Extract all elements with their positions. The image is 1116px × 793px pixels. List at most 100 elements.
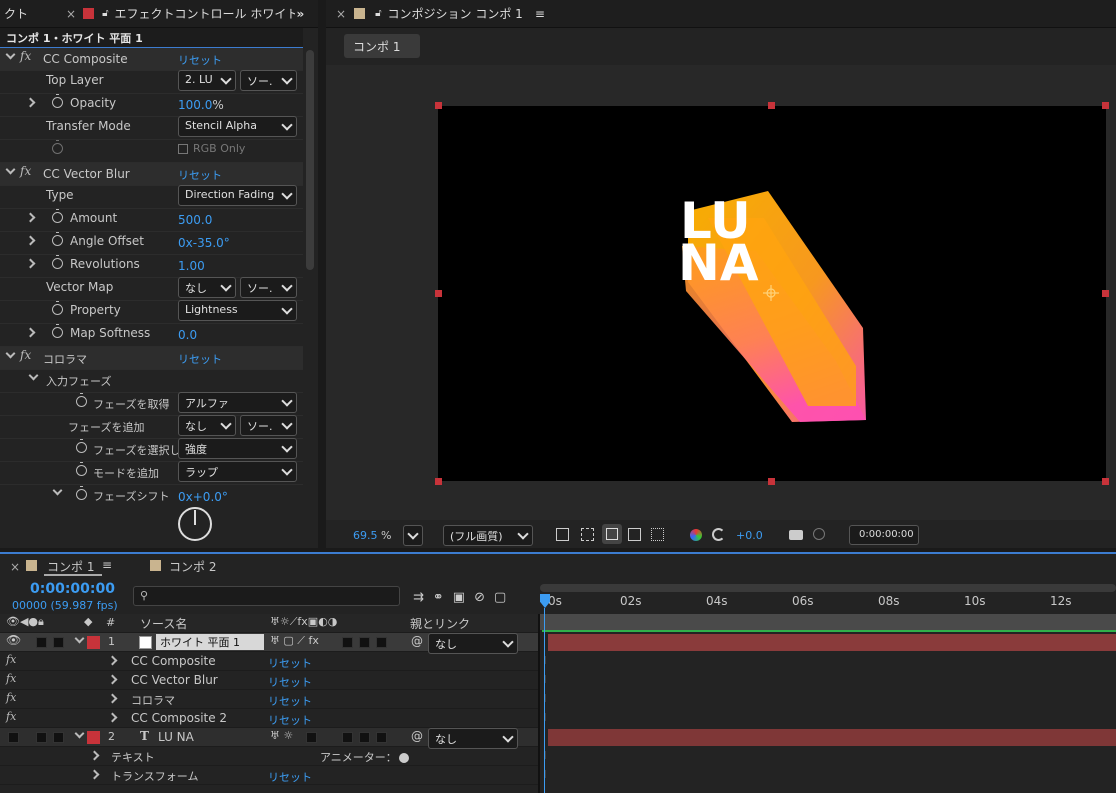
vector-map-dropdown[interactable]: なし bbox=[178, 277, 236, 298]
reset-link[interactable]: リセット bbox=[268, 712, 312, 728]
add-mode-dropdown[interactable]: ラップ bbox=[178, 461, 297, 482]
stopwatch-icon[interactable] bbox=[76, 462, 87, 476]
reset-link[interactable]: リセット bbox=[178, 52, 222, 68]
region-of-interest-icon[interactable] bbox=[628, 528, 641, 541]
fx-icon[interactable]: fx bbox=[20, 49, 31, 63]
menu-icon[interactable]: ≡ bbox=[535, 7, 545, 21]
fx-icon[interactable]: fx bbox=[6, 691, 16, 704]
more-panels-icon[interactable]: » bbox=[297, 7, 305, 21]
phase-shift-value[interactable]: +0.0° bbox=[193, 490, 228, 504]
transform-handle[interactable] bbox=[1102, 478, 1109, 485]
time-navigator[interactable] bbox=[540, 584, 1116, 592]
time-ruler[interactable]: 0s 02s 04s 06s 08s 10s 12s bbox=[540, 594, 1116, 614]
layer-name[interactable]: LU NA bbox=[158, 730, 194, 744]
transfer-mode-dropdown[interactable]: Stencil Alpha bbox=[178, 116, 297, 137]
composition-canvas[interactable]: LU NA bbox=[438, 106, 1106, 481]
reset-link[interactable]: リセット bbox=[268, 769, 312, 785]
visibility-eye-icon[interactable]: 👁︎ bbox=[6, 633, 21, 647]
add-phase-dropdown[interactable]: なし bbox=[178, 415, 236, 436]
timeline-timecode[interactable]: 0:00:00:00 bbox=[30, 581, 115, 597]
layer-duration-bar[interactable] bbox=[548, 729, 1116, 746]
stopwatch-icon[interactable] bbox=[52, 301, 63, 315]
rgb-only-checkbox[interactable] bbox=[178, 144, 188, 154]
property-dropdown[interactable]: Lightness bbox=[178, 300, 297, 321]
show-snapshot-icon[interactable] bbox=[813, 528, 825, 540]
column-source-name[interactable]: ソース名 bbox=[140, 615, 187, 632]
layer-search-input[interactable]: ⚲ bbox=[133, 586, 400, 606]
add-phase-source-dropdown[interactable]: ソー. bbox=[240, 415, 297, 436]
animator-menu[interactable]: アニメーター： bbox=[320, 749, 409, 765]
column-parent-link[interactable]: 親とリンク bbox=[410, 615, 470, 632]
fx-icon[interactable]: fx bbox=[6, 710, 16, 723]
prev-tab-label[interactable]: クト bbox=[4, 5, 62, 22]
effect-cc-composite[interactable]: CC Composite bbox=[131, 654, 216, 668]
switch-box[interactable] bbox=[306, 732, 317, 743]
stopwatch-icon[interactable] bbox=[76, 439, 87, 453]
timeline-tab-comp2[interactable]: コンポ 2 bbox=[169, 558, 216, 575]
effect-controls-tab[interactable]: エフェクトコントロール ホワイト bbox=[115, 5, 295, 22]
reset-link[interactable]: リセット bbox=[268, 674, 312, 690]
fx-icon[interactable]: fx bbox=[6, 653, 16, 666]
animator-play-icon[interactable] bbox=[398, 753, 409, 763]
switch-box[interactable] bbox=[359, 732, 370, 743]
close-icon[interactable]: × bbox=[10, 560, 20, 574]
effect-cc-vector-blur[interactable]: CC Vector Blur bbox=[131, 673, 218, 687]
color-management-icon[interactable] bbox=[712, 528, 725, 541]
fx-icon[interactable]: fx bbox=[20, 164, 31, 178]
lock-toggle[interactable] bbox=[53, 637, 64, 648]
timeline-switches-icons[interactable]: ⇉⚭▣⊘▢ bbox=[413, 590, 515, 605]
stopwatch-icon[interactable] bbox=[76, 486, 87, 500]
revolutions-value[interactable]: 1.00 bbox=[178, 259, 205, 273]
switch-box[interactable] bbox=[376, 637, 387, 648]
scrollbar[interactable] bbox=[306, 50, 314, 270]
layer-duration-bar[interactable] bbox=[548, 634, 1116, 651]
transform-handle[interactable] bbox=[1102, 102, 1109, 109]
effect-cc-composite-2[interactable]: CC Composite 2 bbox=[131, 711, 227, 725]
effect-colorama[interactable]: コロラマ bbox=[131, 692, 175, 708]
layer-switches[interactable]: ♅ ☼ bbox=[270, 729, 293, 742]
select-phase-dropdown[interactable]: 強度 bbox=[178, 438, 297, 459]
reset-link[interactable]: リセット bbox=[178, 351, 222, 367]
stopwatch-icon[interactable] bbox=[52, 232, 63, 246]
parent-dropdown[interactable]: なし bbox=[428, 728, 518, 749]
visibility-toggle[interactable] bbox=[8, 732, 19, 743]
camera-icon[interactable] bbox=[789, 530, 803, 540]
parent-dropdown[interactable]: なし bbox=[428, 633, 518, 654]
solo-toggle[interactable] bbox=[36, 732, 47, 743]
switch-box[interactable] bbox=[376, 732, 387, 743]
stopwatch-icon[interactable] bbox=[52, 324, 63, 338]
transform-handle[interactable] bbox=[1102, 290, 1109, 297]
switch-box[interactable] bbox=[342, 732, 353, 743]
vector-map-source-dropdown[interactable]: ソー. bbox=[240, 277, 297, 298]
reset-link[interactable]: リセット bbox=[178, 167, 222, 183]
lock-toggle[interactable] bbox=[53, 732, 64, 743]
mask-path-toggle-icon[interactable] bbox=[602, 524, 622, 544]
reset-link[interactable]: リセット bbox=[268, 693, 312, 709]
layer-color-label[interactable] bbox=[87, 636, 100, 649]
close-icon[interactable]: × bbox=[336, 7, 346, 21]
menu-icon[interactable]: ≡ bbox=[102, 558, 112, 572]
transform-handle[interactable] bbox=[435, 478, 442, 485]
av-features-icons[interactable]: 👁︎◀●🔒︎ bbox=[6, 615, 44, 629]
angle-offset-value[interactable]: -35.0° bbox=[193, 236, 230, 250]
zoom-value[interactable]: 69.5 bbox=[353, 529, 378, 542]
zoom-dropdown[interactable] bbox=[403, 525, 423, 546]
timeline-tab-comp1[interactable]: コンポ 1 bbox=[47, 558, 94, 575]
close-icon[interactable]: × bbox=[66, 7, 76, 21]
layer-name[interactable]: ホワイト 平面 1 bbox=[156, 634, 264, 650]
resolution-dropdown[interactable]: (フル画質) bbox=[443, 525, 533, 546]
current-time-field[interactable]: 0:00:00:00 bbox=[849, 525, 919, 545]
switch-box[interactable] bbox=[342, 637, 353, 648]
top-layer-dropdown[interactable]: 2. LU bbox=[178, 70, 236, 91]
transform-handle[interactable] bbox=[435, 290, 442, 297]
map-softness-value[interactable]: 0.0 bbox=[178, 328, 197, 342]
layer-switches[interactable]: ♅ ▢ ⟋ fx bbox=[270, 634, 319, 648]
type-dropdown[interactable]: Direction Fading bbox=[178, 185, 297, 206]
stopwatch-icon[interactable] bbox=[76, 393, 87, 407]
phase-shift-revolutions[interactable]: 0x bbox=[178, 490, 193, 504]
amount-value[interactable]: 500.0 bbox=[178, 213, 212, 227]
phase-shift-dial[interactable] bbox=[178, 507, 212, 541]
comp-navigator-tab[interactable]: コンポ 1 bbox=[344, 34, 420, 58]
switch-box[interactable] bbox=[359, 637, 370, 648]
transform-group[interactable]: トランスフォーム bbox=[111, 768, 198, 784]
